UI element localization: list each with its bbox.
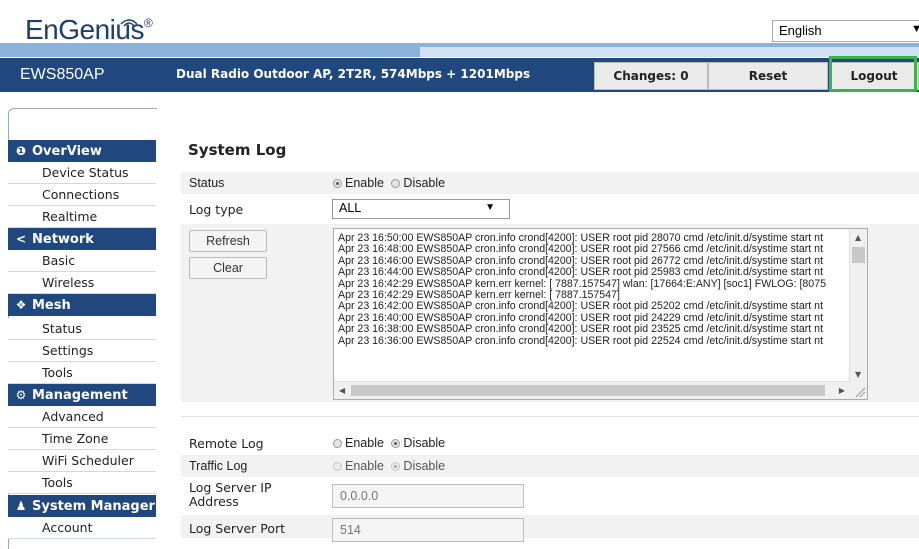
user-icon: ♟ (15, 499, 27, 513)
server-port-row: Log Server Port (181, 515, 919, 538)
mesh-icon: ❖ (15, 298, 27, 312)
status-row: Status Enable Disable (181, 172, 919, 194)
remote-log-enable-label: Enable (345, 436, 384, 450)
status-enable-radio[interactable] (333, 179, 342, 188)
traffic-log-enable-radio[interactable] (333, 462, 342, 471)
sidebar-item-account[interactable]: Account (8, 517, 156, 539)
sidebar-section-overview[interactable]: ❶ OverView (8, 140, 156, 162)
reset-button[interactable]: Reset (708, 62, 828, 90)
section-label: System Manager (32, 499, 155, 514)
scroll-down-icon[interactable]: ▼ (855, 370, 861, 379)
sidebar-section-network[interactable]: < Network (8, 228, 156, 250)
page-title: System Log (188, 141, 287, 159)
traffic-log-disable-radio[interactable] (391, 462, 401, 471)
status-disable-radio[interactable] (391, 179, 401, 188)
status-disable-label: Disable (403, 176, 446, 190)
model-name: EWS850AP (20, 66, 105, 83)
sidebar-item-time-zone[interactable]: Time Zone (8, 428, 156, 450)
language-value: English (779, 23, 822, 38)
wifi-icon (120, 19, 138, 27)
brand-mark: ® (143, 16, 153, 30)
section-label: Management (32, 388, 128, 403)
remote-log-row: Remote Log Enable Disable (181, 432, 919, 454)
remote-log-enable-radio[interactable] (333, 439, 342, 448)
section-label: Network (32, 232, 94, 247)
horizontal-scrollbar[interactable]: ◀ ▶ (334, 381, 851, 399)
server-port-input[interactable]: 514 (332, 518, 524, 542)
log-type-row: Log type ALL ▼ (181, 196, 919, 222)
sidebar-item-connections[interactable]: Connections (8, 184, 156, 206)
resize-handle-icon[interactable] (850, 382, 867, 399)
section-label: OverView (32, 144, 102, 159)
sidebar-item-basic[interactable]: Basic (8, 250, 156, 272)
sidebar-item-mesh-status[interactable]: Status (8, 318, 156, 340)
sidebar-item-wifi-scheduler[interactable]: WiFi Scheduler (8, 450, 156, 472)
dropdown-arrow-icon: ▼ (911, 23, 919, 35)
sidebar-item-mesh-tools[interactable]: Tools (8, 362, 156, 384)
scroll-left-icon[interactable]: ◀ (339, 386, 345, 395)
status-label: Status (189, 176, 225, 190)
clear-button[interactable]: Clear (189, 257, 267, 279)
vertical-scrollbar[interactable]: ▲ ▼ (849, 229, 867, 383)
status-enable-label: Enable (345, 176, 384, 190)
server-port-label: Log Server Port (189, 521, 286, 536)
gear-icon: ⚙ (15, 388, 27, 402)
language-select[interactable]: English ▼ (772, 20, 919, 42)
logout-highlight (829, 56, 917, 92)
sidebar-section-system-manager[interactable]: ♟ System Manager (8, 495, 156, 517)
traffic-log-enable-label: Enable (345, 459, 384, 473)
section-divider (181, 416, 919, 417)
log-type-value: ALL (339, 201, 362, 215)
vertical-scroll-thumb[interactable] (852, 247, 865, 263)
info-icon: ❶ (15, 144, 27, 158)
log-type-select[interactable]: ALL ▼ (332, 199, 510, 219)
log-textarea[interactable]: Apr 23 16:50:00 EWS850AP cron.info crond… (333, 228, 868, 400)
changes-button[interactable]: Changes: 0 (594, 62, 708, 90)
sidebar-item-advanced[interactable]: Advanced (8, 406, 156, 428)
log-line: Apr 23 16:38:00 EWS850AP cron.info crond… (338, 323, 824, 336)
remote-log-label: Remote Log (189, 436, 264, 451)
sidebar-item-device-status[interactable]: Device Status (8, 162, 156, 184)
sidebar-item-mesh-settings[interactable]: Settings (8, 340, 156, 362)
sidebar-item-management-tools[interactable]: Tools (8, 472, 156, 494)
remote-log-disable-label: Disable (403, 436, 446, 450)
scroll-up-icon[interactable]: ▲ (855, 233, 861, 242)
sidebar-section-management[interactable]: ⚙ Management (8, 384, 156, 406)
log-line: Apr 23 16:44:00 EWS850AP cron.info crond… (338, 266, 824, 279)
log-line: Apr 23 16:36:00 EWS850AP cron.info crond… (338, 334, 824, 347)
model-bar: EWS850AP Dual Radio Outdoor AP, 2T2R, 57… (0, 58, 919, 92)
traffic-log-row: Traffic Log Enable Disable (181, 455, 919, 477)
log-type-label: Log type (189, 202, 244, 217)
dropdown-arrow-icon: ▼ (485, 202, 495, 213)
traffic-log-radio-group: Enable Disable (333, 459, 445, 473)
server-ip-row: Log Server IP Address (181, 478, 919, 514)
server-ip-input[interactable]: 0.0.0.0 (332, 484, 524, 508)
model-description: Dual Radio Outdoor AP, 2T2R, 574Mbps + 1… (176, 67, 531, 81)
horizontal-scroll-thumb[interactable] (351, 385, 825, 396)
sidebar-section-mesh[interactable]: ❖ Mesh (8, 294, 156, 316)
traffic-log-disable-label: Disable (403, 459, 446, 473)
section-label: Mesh (32, 298, 71, 313)
server-ip-label: Log Server IP Address (189, 480, 272, 509)
sidebar-item-realtime[interactable]: Realtime (8, 206, 156, 228)
sidebar-item-wireless[interactable]: Wireless (8, 272, 156, 294)
refresh-button[interactable]: Refresh (189, 230, 267, 252)
scroll-right-icon[interactable]: ▶ (839, 386, 845, 395)
log-content: Apr 23 16:50:00 EWS850AP cron.info crond… (334, 229, 867, 347)
traffic-log-label: Traffic Log (189, 459, 248, 473)
engenius-logo: EnGenius® (25, 14, 153, 46)
remote-log-radio-group: Enable Disable (333, 436, 445, 450)
remote-log-disable-radio[interactable] (391, 439, 401, 448)
status-radio-group: Enable Disable (333, 176, 445, 190)
share-icon: < (15, 232, 27, 246)
